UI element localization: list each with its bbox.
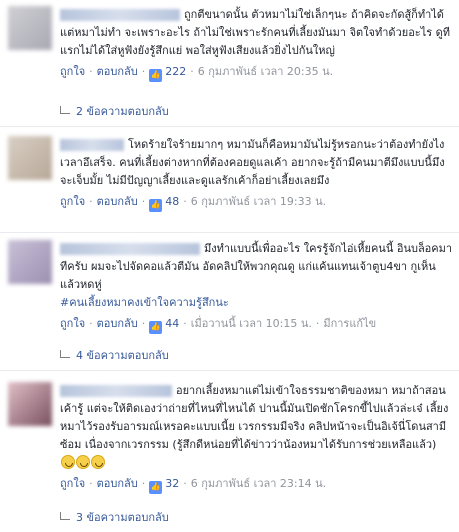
separator: ·: [141, 195, 146, 208]
separator: ·: [183, 317, 187, 330]
view-replies-link[interactable]: 4 ข้อความตอบกลับ: [60, 348, 169, 364]
reply-link[interactable]: ตอบกลับ: [97, 317, 138, 330]
reply-link[interactable]: ตอบกลับ: [97, 65, 138, 78]
thumbs-up-icon[interactable]: 👍: [149, 198, 163, 212]
comment-actions: ถูกใจ · ตอบกลับ · 👍 48 · 6 กุมภาพันธ์ เวลา 19:3…: [60, 194, 453, 212]
like-link[interactable]: ถูกใจ: [60, 317, 85, 330]
comment-thread: ถูกตีขนาดนั้น ตัวหมาไม่ใช่เล็กๆนะ ถ้าคิด…: [0, 0, 459, 532]
hashtag-link[interactable]: #คนเลี้ยงหมาคงเข้าใจความรู้สึกนะ: [60, 294, 453, 312]
avatar[interactable]: [8, 240, 52, 284]
reply-link[interactable]: ตอบกลับ: [97, 195, 138, 208]
grimacing-face-icon: [76, 455, 90, 469]
comment-text: อยากเลี้ยงหมาแต่ไม่เข้าใจธรรมชาติของหมา …: [60, 382, 453, 472]
grimacing-face-icon: [91, 455, 105, 469]
author-name[interactable]: [60, 243, 200, 255]
author-name[interactable]: [60, 9, 180, 21]
comment-text: มึงทำแบบนี้เพื่ออะไร ใครรู้จักไอ่เหี้ยคน…: [60, 240, 453, 294]
separator: ·: [89, 317, 93, 330]
reply-link[interactable]: ตอบกลับ: [97, 477, 138, 490]
author-name[interactable]: [60, 385, 172, 397]
separator: ·: [89, 195, 93, 208]
timestamp[interactable]: 6 กุมภาพันธ์ เวลา 20:35 น.: [198, 65, 333, 78]
replies-label[interactable]: 4 ข้อความตอบกลับ: [76, 349, 169, 362]
avatar[interactable]: [8, 6, 52, 50]
timestamp[interactable]: 6 กุมภาพันธ์ เวลา 19:33 น.: [191, 195, 326, 208]
like-count[interactable]: 222: [165, 65, 186, 78]
separator: ·: [141, 477, 146, 490]
comment-actions: ถูกใจ · ตอบกลับ · 👍 44 · เมื่อวานนี้ เวลา 10:15…: [60, 316, 453, 334]
separator: ·: [141, 317, 146, 330]
timestamp[interactable]: 6 กุมภาพันธ์ เวลา 23:14 น.: [191, 477, 326, 490]
edited-label[interactable]: มีการแก้ไข: [323, 317, 376, 330]
grimacing-face-icon: [61, 455, 75, 469]
like-link[interactable]: ถูกใจ: [60, 65, 85, 78]
separator: ·: [190, 65, 194, 78]
divider: [0, 126, 459, 127]
author-name[interactable]: [60, 139, 124, 151]
comment-text: โหดร้ายใจร้ายมากๆ หมามันก็คือหมามันไม่รู…: [60, 136, 453, 190]
separator: ·: [89, 477, 93, 490]
comment-body: ถูกตีขนาดนั้น ตัวหมาไม่ใช่เล็กๆนะ ถ้าคิด…: [60, 6, 453, 82]
divider: [0, 370, 459, 371]
view-replies-link[interactable]: 3 ข้อความตอบกลับ: [60, 510, 169, 526]
timestamp[interactable]: เมื่อวานนี้ เวลา 10:15 น.: [191, 317, 312, 330]
view-replies-link[interactable]: 2 ข้อความตอบกลับ: [60, 104, 169, 120]
separator: ·: [141, 65, 146, 78]
separator: ·: [89, 65, 93, 78]
replies-label[interactable]: 3 ข้อความตอบกลับ: [76, 511, 169, 524]
like-link[interactable]: ถูกใจ: [60, 195, 85, 208]
reply-arrow-icon: [60, 350, 70, 358]
avatar[interactable]: [8, 136, 52, 180]
reply-arrow-icon: [60, 512, 70, 520]
like-count[interactable]: 44: [165, 317, 179, 330]
comment-body: โหดร้ายใจร้ายมากๆ หมามันก็คือหมามันไม่รู…: [60, 136, 453, 212]
avatar[interactable]: [8, 382, 52, 426]
thumbs-up-icon[interactable]: 👍: [149, 480, 163, 494]
like-count[interactable]: 48: [165, 195, 179, 208]
thumbs-up-icon[interactable]: 👍: [149, 68, 163, 82]
separator: ·: [183, 477, 187, 490]
comment-body: อยากเลี้ยงหมาแต่ไม่เข้าใจธรรมชาติของหมา …: [60, 382, 453, 494]
replies-label[interactable]: 2 ข้อความตอบกลับ: [76, 105, 169, 118]
reply-arrow-icon: [60, 106, 70, 114]
separator: ·: [315, 317, 320, 330]
divider: [0, 232, 459, 233]
thumbs-up-icon[interactable]: 👍: [149, 320, 163, 334]
comment-body: มึงทำแบบนี้เพื่ออะไร ใครรู้จักไอ่เหี้ยคน…: [60, 240, 453, 334]
comment-actions: ถูกใจ · ตอบกลับ · 👍 222 · 6 กุมภาพันธ์ เวลา 20:…: [60, 64, 453, 82]
like-count[interactable]: 32: [165, 477, 179, 490]
comment-text: ถูกตีขนาดนั้น ตัวหมาไม่ใช่เล็กๆนะ ถ้าคิด…: [60, 6, 453, 60]
separator: ·: [183, 195, 187, 208]
like-link[interactable]: ถูกใจ: [60, 477, 85, 490]
comment-actions: ถูกใจ · ตอบกลับ · 👍 32 · 6 กุมภาพันธ์ เวลา 23:1…: [60, 476, 453, 494]
